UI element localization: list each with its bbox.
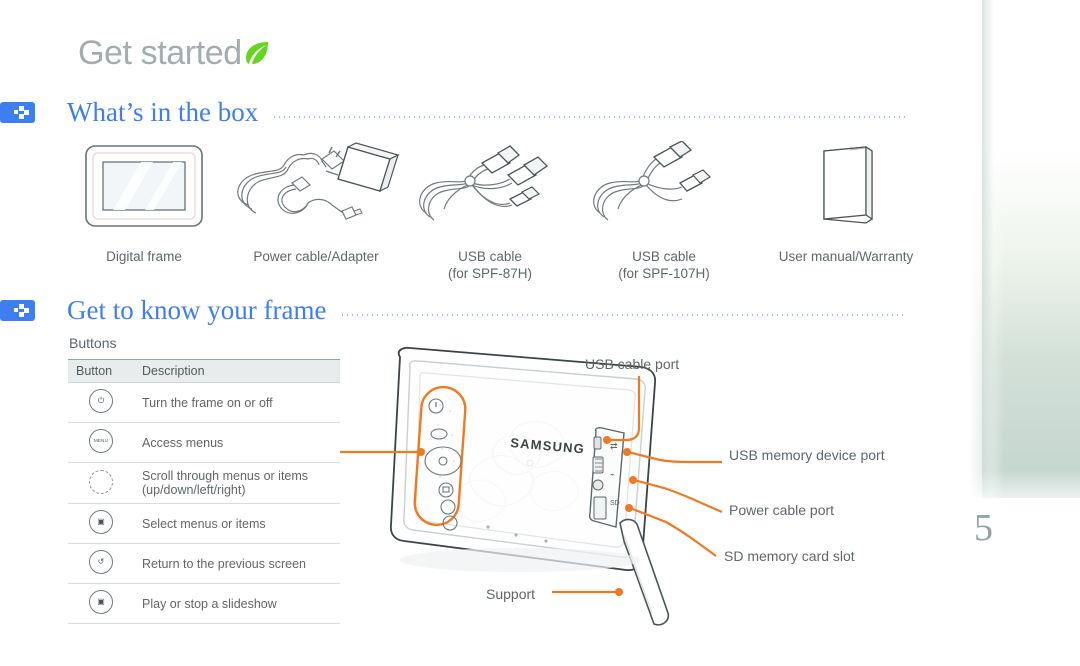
decorative-side-band: 5 <box>950 0 1080 666</box>
svg-text:⌁: ⌁ <box>610 470 615 479</box>
callout-support: Support <box>486 586 536 602</box>
callout-usb-memory-device-port: USB memory device port <box>729 447 885 463</box>
box-item-usb-cable-87h: USB cable (for SPF-87H) <box>404 138 576 282</box>
slideshow-button-icon: ▣ <box>68 583 134 624</box>
product-illustration: SAMSUNG ⇄ ⌁ SD <box>380 345 740 645</box>
box-item-caption-sub: (for SPF-107H) <box>618 266 710 281</box>
buttons-table: Button Description ⏻ Turn the frame on o… <box>68 359 340 624</box>
power-cable-adapter-icon <box>228 138 404 234</box>
box-item-caption-sub: (for SPF-87H) <box>447 266 532 281</box>
row-description-text: Select menus or items <box>142 516 266 531</box>
page-title: Get started <box>78 34 242 72</box>
digital-frame-icon <box>60 138 228 234</box>
power-button-icon: ⏻ <box>68 382 134 423</box>
box-item-usb-cable-107h: USB cable (for SPF-107H) <box>576 138 752 282</box>
column-header-description: Description <box>134 359 340 383</box>
callout-power-cable-port: Power cable port <box>729 502 835 518</box>
page-number: 5 <box>974 507 993 549</box>
box-item-caption: Digital frame <box>106 249 182 264</box>
row-description: Turn the frame on or off <box>134 382 340 423</box>
select-button-icon: ▣ <box>68 503 134 544</box>
table-row: Scroll through menus or items (up/down/l… <box>68 462 340 504</box>
callout-sd-memory-card-slot: SD memory card slot <box>724 548 855 564</box>
usb-cable-icon <box>404 138 576 234</box>
row-description: Access menus <box>134 422 340 463</box>
box-item-caption: USB cable <box>632 249 696 264</box>
row-description-text: Play or stop a slideshow <box>142 596 277 611</box>
table-row: ▣ Play or stop a slideshow <box>68 583 340 624</box>
usb-connector-a <box>480 145 520 174</box>
section-title: Get to know your frame <box>67 295 327 325</box>
leaf-icon <box>244 40 270 71</box>
bottom-fade <box>970 470 1080 510</box>
page-header: Get started <box>78 36 270 71</box>
arrow-blocks-icon <box>0 102 35 123</box>
table-row: MENU Access menus <box>68 422 340 463</box>
row-description-text: Turn the frame on or off <box>142 395 273 410</box>
manual-page: 5 Get started What’s in the box Digital … <box>0 0 1080 666</box>
table-header-row: Button Description <box>68 359 340 383</box>
row-description-subtext: (up/down/left/right) <box>142 483 246 497</box>
menu-button-icon: MENU <box>68 422 134 463</box>
box-contents-row: Digital frame Power cable/Adapter USB ca… <box>60 138 940 282</box>
section-title: What’s in the box <box>67 97 259 127</box>
row-description: Select menus or items <box>134 503 340 544</box>
usb-connector-mini <box>508 186 541 207</box>
row-description-text: Access menus <box>142 435 224 450</box>
section-whats-in-the-box: What’s in the box <box>0 99 915 126</box>
row-description-text: Return to the previous screen <box>142 556 306 571</box>
usb-connector-mini <box>678 169 711 192</box>
user-manual-icon <box>752 138 940 234</box>
row-description: Scroll through menus or items (up/down/l… <box>134 462 340 504</box>
adapter-brick <box>337 142 400 193</box>
box-item-caption: USB cable <box>458 249 522 264</box>
usb-connector-a <box>652 141 693 168</box>
usb-connector-b <box>506 156 549 186</box>
row-description-text: Scroll through menus or items <box>142 469 309 483</box>
navigation-pad-icon <box>68 462 134 504</box>
svg-text:SD: SD <box>610 500 620 507</box>
usb-cable-icon <box>576 138 752 234</box>
buttons-label: Buttons <box>69 335 117 351</box>
svg-text:⇄: ⇄ <box>610 441 618 451</box>
callout-usb-cable-port: USB cable port <box>585 356 680 372</box>
row-description: Play or stop a slideshow <box>134 583 340 624</box>
box-item-caption: Power cable/Adapter <box>253 249 379 264</box>
dotted-rule <box>272 115 907 118</box>
table-row: ↺ Return to the previous screen <box>68 543 340 584</box>
box-item-caption: User manual/Warranty <box>778 249 914 264</box>
column-header-button: Button <box>68 359 134 383</box>
section-get-to-know-your-frame: Get to know your frame <box>0 297 915 324</box>
box-item-user-manual: User manual/Warranty <box>752 138 940 282</box>
return-button-icon: ↺ <box>68 543 134 584</box>
table-row: ⏻ Turn the frame on or off <box>68 382 340 423</box>
nature-illustration <box>970 0 1080 498</box>
dotted-rule <box>340 313 907 316</box>
box-item-digital-frame: Digital frame <box>60 138 228 282</box>
row-description: Return to the previous screen <box>134 543 340 584</box>
box-item-power-cable-adapter: Power cable/Adapter <box>228 138 404 282</box>
page-spine-shadow <box>982 0 994 498</box>
arrow-blocks-icon <box>0 300 35 321</box>
table-row: ▣ Select menus or items <box>68 503 340 544</box>
